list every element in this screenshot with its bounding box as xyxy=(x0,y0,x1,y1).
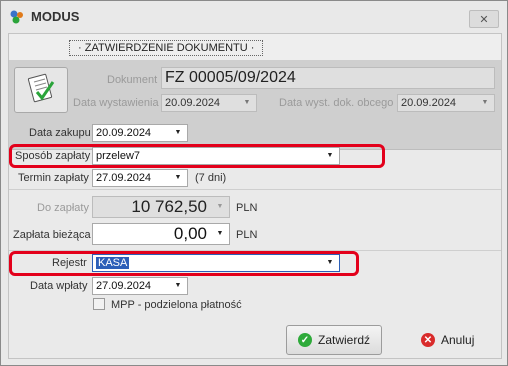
payment-date-field[interactable]: 27.09.2024 ▼ xyxy=(92,277,188,295)
cancel-circle-icon: ✕ xyxy=(421,333,435,347)
title-bar: MODUS ✕ xyxy=(1,1,507,33)
dropdown-arrow-icon[interactable]: ▼ xyxy=(323,148,337,164)
dialog-heading: · ZATWIERDZENIE DOKUMENTU · xyxy=(69,40,264,56)
to-pay-field: 10 762,50 ▼ xyxy=(92,196,230,218)
dropdown-arrow-icon[interactable]: ▼ xyxy=(171,278,185,294)
cancel-button[interactable]: ✕ Anuluj xyxy=(415,325,495,355)
dropdown-arrow-icon: ▼ xyxy=(481,99,489,106)
register-label: Rejestr xyxy=(52,257,87,269)
foreign-date-value: 20.09.2024 xyxy=(401,97,457,109)
header-strip: · ZATWIERDZENIE DOKUMENTU · xyxy=(9,34,501,61)
issue-date-value: 20.09.2024 xyxy=(165,97,221,109)
current-payment-label: Zapłata bieżąca xyxy=(13,229,91,241)
payment-method-select[interactable]: przelew7 ▼ xyxy=(92,147,340,165)
payment-date-value: 27.09.2024 xyxy=(96,280,152,292)
issue-date-label: Data wystawienia xyxy=(73,97,159,109)
to-pay-currency: PLN xyxy=(236,202,258,214)
dropdown-arrow-icon[interactable]: ▼ xyxy=(171,170,185,186)
separator xyxy=(9,189,501,190)
to-pay-value: 10 762,50 xyxy=(131,197,207,216)
close-button[interactable]: ✕ xyxy=(469,10,499,28)
foreign-date-field: 20.09.2024 ▼ xyxy=(397,94,495,112)
document-label: Dokument xyxy=(107,74,158,86)
current-payment-field[interactable]: 0,00 ▼ xyxy=(92,223,230,245)
document-number-field: FZ 00005/09/2024 xyxy=(161,67,495,89)
payment-method-label: Sposób zapłaty xyxy=(15,150,91,162)
modus-window: MODUS ✕ · ZATWIERDZENIE DOKUMENTU · Doku… xyxy=(0,0,508,366)
close-icon: ✕ xyxy=(479,13,489,26)
payment-term-days: (7 dni) xyxy=(195,172,227,184)
payment-term-field[interactable]: 27.09.2024 ▼ xyxy=(92,169,188,187)
confirm-button[interactable]: ✓ Zatwierdź xyxy=(286,325,382,355)
dropdown-arrow-icon: ▼ xyxy=(243,99,251,106)
purchase-date-value: 20.09.2024 xyxy=(96,127,152,139)
current-payment-currency: PLN xyxy=(236,229,258,241)
dropdown-arrow-icon[interactable]: ▼ xyxy=(323,255,337,271)
payment-term-value: 27.09.2024 xyxy=(96,172,152,184)
split-payment-label: MPP - podzielona płatność xyxy=(111,299,242,311)
purchase-date-label: Data zakupu xyxy=(29,127,91,139)
register-select[interactable]: KASA ▼ xyxy=(92,254,340,272)
foreign-date-label: Data wyst. dok. obcego xyxy=(279,97,394,109)
cancel-label: Anuluj xyxy=(441,333,475,347)
issue-date-field: 20.09.2024 ▼ xyxy=(161,94,257,112)
window-title: MODUS xyxy=(31,9,80,24)
document-check-icon[interactable] xyxy=(14,67,68,113)
dropdown-arrow-icon: ▼ xyxy=(216,203,224,210)
payment-date-label: Data wpłaty xyxy=(30,280,88,292)
confirm-label: Zatwierdź xyxy=(317,333,370,347)
dropdown-arrow-icon[interactable]: ▼ xyxy=(213,224,227,244)
register-value: KASA xyxy=(96,257,130,269)
payment-term-label: Termin zapłaty xyxy=(18,172,89,184)
split-payment-checkbox[interactable] xyxy=(93,298,105,310)
purchase-date-field[interactable]: 20.09.2024 ▼ xyxy=(92,124,188,142)
current-payment-value: 0,00 xyxy=(173,224,207,243)
to-pay-label: Do zapłaty xyxy=(37,202,89,214)
check-circle-icon: ✓ xyxy=(297,333,312,347)
dropdown-arrow-icon[interactable]: ▼ xyxy=(171,125,185,141)
app-icon xyxy=(9,9,25,25)
payment-method-value: przelew7 xyxy=(96,150,141,162)
